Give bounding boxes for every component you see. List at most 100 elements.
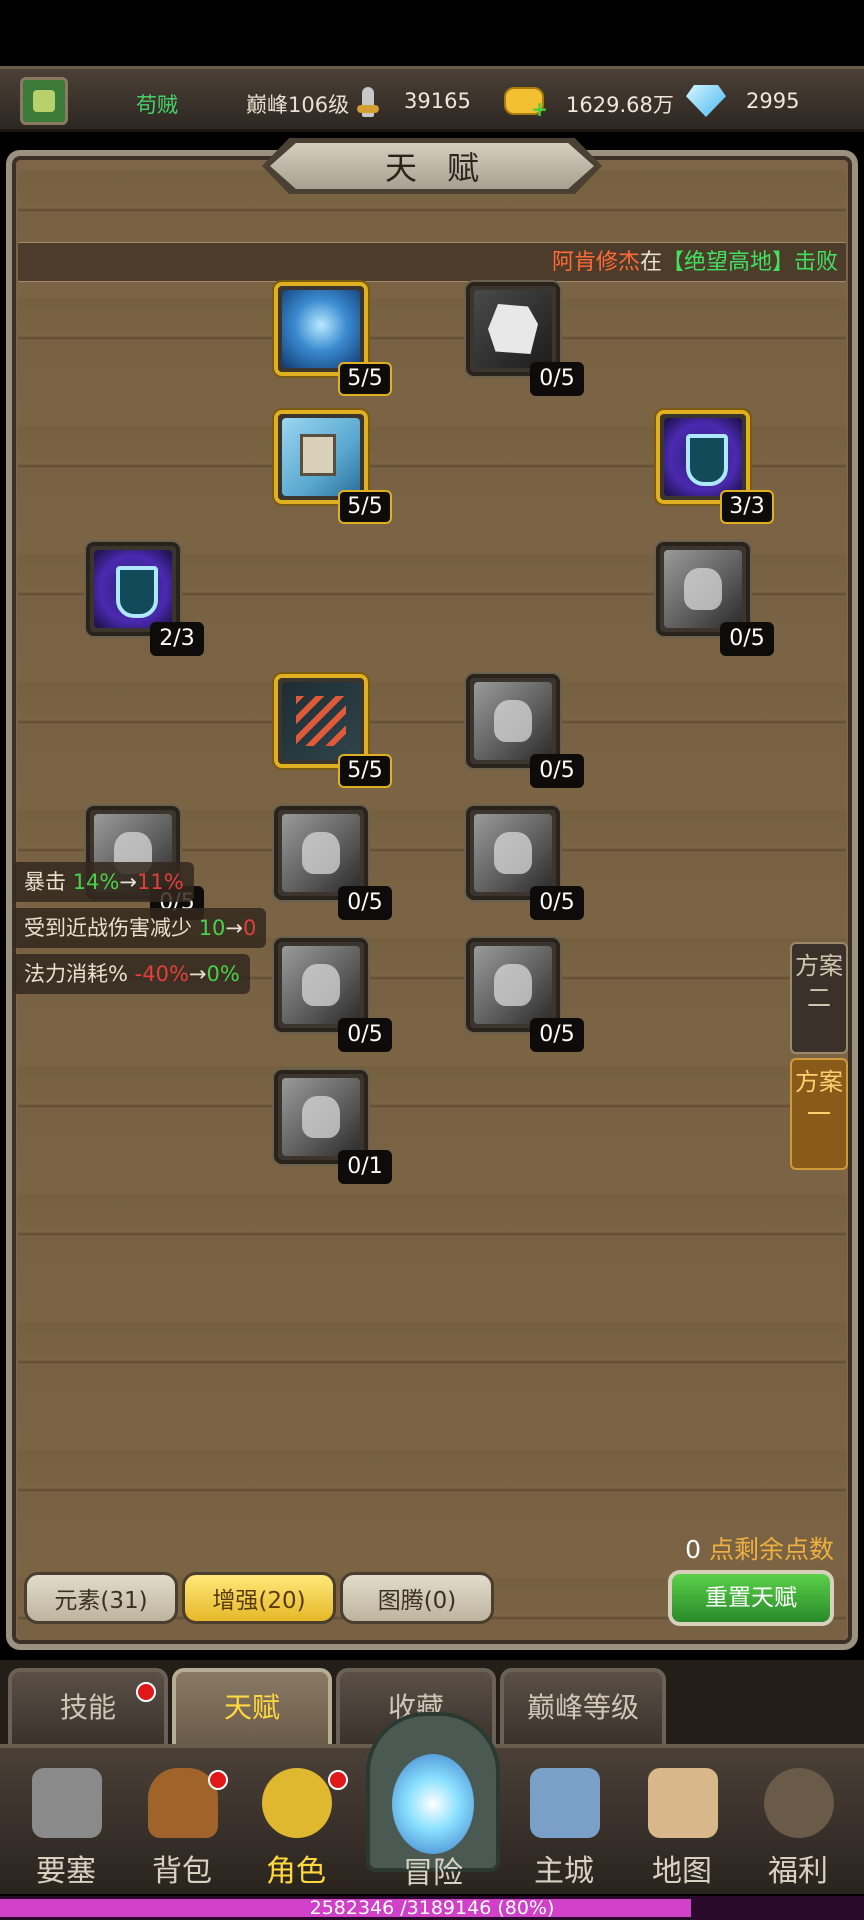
- stat-crit: 暴击 14%→11%: [14, 862, 194, 902]
- scheme-one-tab[interactable]: 方案一: [790, 1058, 848, 1170]
- talent-slot-shatter[interactable]: 0/5: [466, 282, 584, 396]
- talent-count: 2/3: [150, 622, 204, 656]
- experience-text: 2582346 /3189146 (80%): [309, 1897, 555, 1919]
- sword-icon: [357, 87, 379, 117]
- castle-icon: [530, 1768, 600, 1838]
- talent-slot-chain-armor[interactable]: 0/5: [466, 674, 584, 788]
- stat-mana-cost: 法力消耗% -40%→0%: [14, 954, 250, 994]
- talent-slot-hammer-gray[interactable]: 0/5: [466, 938, 584, 1052]
- talent-slot-axe[interactable]: 0/5: [274, 938, 392, 1052]
- talent-slot-claws[interactable]: 5/5: [274, 674, 392, 788]
- peak-level: 巅峰106级: [246, 93, 350, 117]
- stat-label: 受到近战伤害减少: [24, 916, 192, 940]
- bottom-nav: 要塞 背包 角色 冒险 主城 地图 福利: [0, 1712, 864, 1894]
- talent-slot-lightning-shield-left[interactable]: 2/3: [86, 542, 204, 656]
- nav-fortress[interactable]: 要塞: [20, 1762, 112, 1892]
- nav-label: 背包: [152, 1854, 212, 1889]
- power-value: 39165: [404, 89, 471, 113]
- talent-slot-lightning-shield-right[interactable]: 3/3: [656, 410, 774, 524]
- ticker-place: 【绝望高地】: [661, 250, 794, 275]
- stat-arrow: →: [225, 916, 244, 940]
- stat-arrow: →: [119, 870, 137, 894]
- talent-slot-storm-hammer[interactable]: 0/1: [274, 1070, 392, 1184]
- fortress-icon: [32, 1768, 102, 1838]
- talent-slot-water-spirit[interactable]: 5/5: [274, 282, 392, 396]
- nav-label: 福利: [768, 1854, 828, 1889]
- notification-dot: [328, 1770, 348, 1790]
- talent-count: 5/5: [338, 754, 392, 788]
- element-category-button[interactable]: 元素(31): [24, 1572, 178, 1624]
- remaining-points: 0 点剩余点数: [685, 1530, 834, 1566]
- gold-value: 1629.68万: [566, 93, 674, 117]
- talent-count: 0/5: [530, 886, 584, 920]
- talent-count: 0/5: [530, 1018, 584, 1052]
- hammer-icon: [474, 946, 552, 1024]
- remaining-label: 点剩余点数: [708, 1535, 834, 1564]
- claw-icon: [282, 682, 360, 760]
- ticker-player: 阿肯修杰: [551, 250, 640, 275]
- hammer-icon: [282, 1078, 360, 1156]
- scroll-map-icon: [648, 1768, 718, 1838]
- nav-label: 要塞: [36, 1854, 96, 1889]
- stat-label: 暴击: [24, 870, 66, 894]
- page-title: 天赋: [270, 143, 594, 189]
- lightning-shield-icon: [664, 418, 742, 496]
- stat-from: 14%: [72, 870, 120, 894]
- tab-talent[interactable]: 天赋: [172, 1668, 332, 1744]
- lightning-shield-icon: [94, 550, 172, 628]
- nav-label: 主城: [534, 1854, 594, 1889]
- notification-dot: [136, 1682, 156, 1702]
- player-avatar[interactable]: [20, 77, 68, 125]
- stat-melee-reduction: 受到近战伤害减少 10→0: [14, 908, 267, 948]
- talent-slot-blade-right[interactable]: 0/5: [466, 806, 584, 920]
- stat-to: 11%: [136, 870, 184, 894]
- gift-bag-icon: [764, 1768, 834, 1838]
- player-name: 苟贼: [136, 93, 178, 117]
- talent-slot-war-cry[interactable]: 0/5: [274, 806, 392, 920]
- talent-count: 0/5: [530, 754, 584, 788]
- ticker-tail: 击败: [793, 250, 838, 275]
- war-cry-icon: [282, 814, 360, 892]
- helmet-icon: [262, 1768, 332, 1838]
- talent-count: 0/5: [338, 1018, 392, 1052]
- tab-skills[interactable]: 技能: [8, 1668, 168, 1744]
- nav-adventure[interactable]: 冒险: [366, 1848, 500, 1892]
- talent-count: 0/5: [720, 622, 774, 656]
- stat-from: -40%: [134, 962, 189, 986]
- tab-peak-level[interactable]: 巅峰等级: [500, 1668, 666, 1744]
- nav-city[interactable]: 主城: [518, 1762, 610, 1892]
- nav-label: 角色: [266, 1854, 326, 1889]
- scheme-two-tab[interactable]: 方案二: [790, 942, 848, 1054]
- stat-label: 法力消耗%: [24, 962, 128, 986]
- shatter-icon: [474, 290, 552, 368]
- broadcast-ticker: 阿肯修杰在【绝望高地】击败: [18, 242, 846, 282]
- nav-welfare[interactable]: 福利: [752, 1762, 844, 1892]
- totem-category-button[interactable]: 图腾(0): [340, 1572, 494, 1624]
- top-status-bar: 苟贼 巅峰106级 39165 1629.68万 2995: [0, 66, 864, 132]
- talent-count: 0/5: [338, 886, 392, 920]
- enhance-category-button[interactable]: 增强(20): [182, 1572, 336, 1624]
- stat-to: 0%: [206, 962, 240, 986]
- talent-count: 5/5: [338, 490, 392, 524]
- ticker-connector: 在: [639, 250, 662, 275]
- gold-add-icon[interactable]: [504, 87, 548, 121]
- stat-from: 10: [198, 916, 226, 940]
- stat-to: 0: [243, 916, 257, 940]
- water-totem-icon: [282, 290, 360, 368]
- lightning-hammer-icon: [282, 418, 360, 496]
- remaining-value: 0: [685, 1535, 702, 1564]
- experience-bar: 2582346 /3189146 (80%): [0, 1896, 864, 1920]
- talent-count: 3/3: [720, 490, 774, 524]
- talent-slot-stone-face[interactable]: 0/5: [656, 542, 774, 656]
- nav-label: 地图: [652, 1854, 712, 1889]
- talent-slot-lightning-hammer[interactable]: 5/5: [274, 410, 392, 524]
- nav-map[interactable]: 地图: [636, 1762, 728, 1892]
- stat-arrow: →: [188, 962, 207, 986]
- talent-count: 0/1: [338, 1150, 392, 1184]
- reset-talent-button[interactable]: 重置天赋: [668, 1570, 834, 1626]
- notification-dot: [208, 1770, 228, 1790]
- talent-count: 5/5: [338, 362, 392, 396]
- blade-icon: [474, 814, 552, 892]
- axe-icon: [282, 946, 360, 1024]
- chain-armor-icon: [474, 682, 552, 760]
